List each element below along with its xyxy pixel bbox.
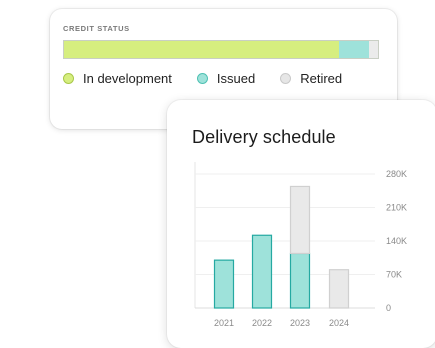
x-tick-label: 2024 [329, 318, 349, 328]
legend-label: In development [83, 71, 172, 86]
y-tick-label: 70K [386, 270, 402, 280]
legend-item: Retired [280, 71, 342, 86]
legend-dot-icon [63, 73, 74, 84]
x-tick-label: 2023 [290, 318, 310, 328]
delivery-schedule-card: Delivery schedule 0 70K 140K 210K 280K 2021 20… [167, 100, 435, 348]
bar-issued-2022 [251, 234, 273, 309]
legend-item: In development [63, 71, 172, 86]
app-stage: CREDIT STATUS In development Issued Retire… [0, 0, 435, 348]
credit-bar-segment-retired [368, 41, 378, 58]
delivery-schedule-chart: 0 70K 140K 210K 280K 2021 2022 2023 2024 [194, 162, 407, 328]
x-tick-label: 2022 [252, 318, 272, 328]
legend-label: Retired [300, 71, 343, 86]
y-tick-label: 280K [386, 169, 407, 179]
legend-item: Issued [196, 71, 256, 86]
y-tick-label: 140K [386, 236, 407, 246]
bar-issued-2021 [213, 259, 235, 309]
bar-retired-2024 [328, 269, 350, 309]
y-tick-label: 210K [386, 203, 407, 213]
credit-status-legend: In development Issued Retired [63, 71, 367, 86]
credit-bar-segment-issued [338, 41, 369, 58]
credit-bar-segment-in-development [64, 41, 339, 58]
credit-status-bar [63, 40, 379, 59]
bar-issued-2023 [289, 252, 311, 309]
legend-label: Issued [216, 71, 256, 86]
bar-retired-2023 [289, 185, 311, 255]
y-tick-label: 0 [386, 303, 391, 313]
x-tick-label: 2021 [214, 318, 234, 328]
credit-status-title: CREDIT STATUS [63, 24, 130, 33]
legend-dot-icon [196, 73, 208, 84]
legend-dot-icon [280, 73, 292, 84]
